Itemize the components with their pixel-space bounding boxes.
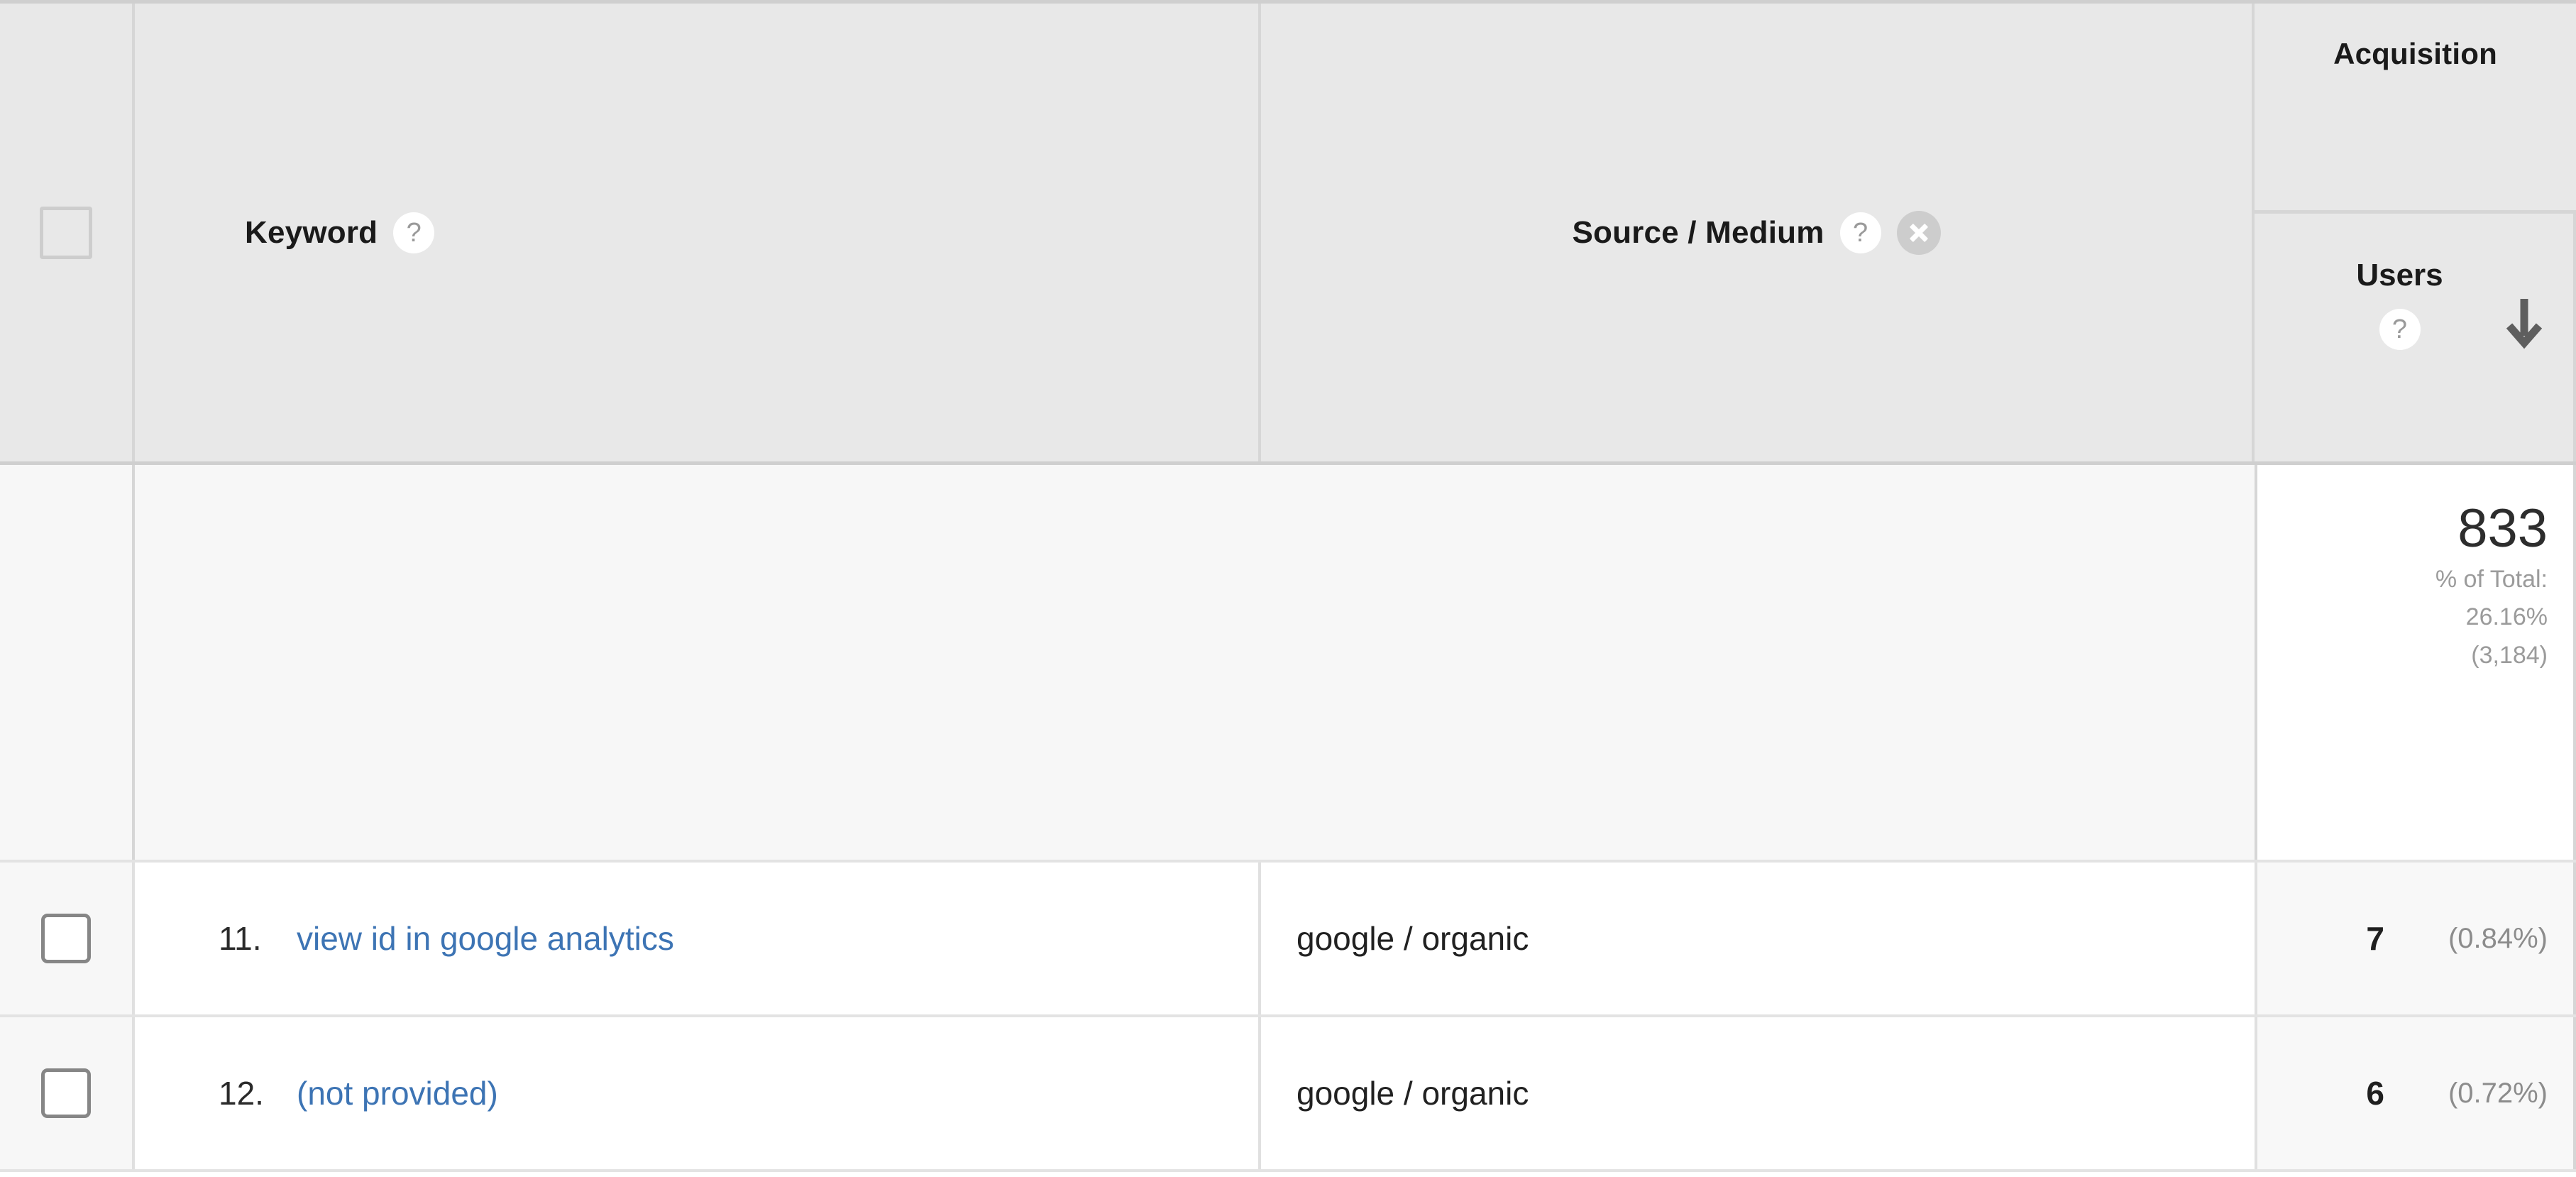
summary-users-total: 833 [2457,498,2548,559]
row-index: 12. [219,1075,264,1112]
header-cell-keyword[interactable]: Keyword ? [135,4,1261,461]
header-cell-source-medium[interactable]: Source / Medium ? [1261,4,2255,461]
row-cell-source-medium: google / organic [1261,863,2255,1014]
users-percentage: (0.84%) [2448,922,2548,954]
acquisition-group-header: Acquisition [2255,4,2576,214]
row-cell-keyword: 11. view id in google analytics [135,863,1261,1014]
help-icon[interactable]: ? [1839,212,1881,253]
table-header-row: Keyword ? Source / Medium ? Acquisition … [0,4,2576,465]
keyword-header-content: Keyword ? [245,212,435,253]
keyword-column-label: Keyword [245,214,378,250]
summary-cell-source-medium [1261,465,2255,860]
row-select-cell [0,863,135,1014]
header-cell-select-all [0,4,135,461]
users-value: 7 [2366,920,2384,957]
analytics-data-table: Keyword ? Source / Medium ? Acquisition … [0,0,2576,1177]
row-index: 11. [219,920,262,957]
source-medium-value: google / organic [1297,1075,1529,1112]
help-icon[interactable]: ? [393,212,435,253]
users-percentage: (0.72%) [2448,1077,2548,1109]
sort-descending-arrow-icon[interactable] [2505,299,2543,351]
table-summary-row: 833 % of Total: 26.16% (3,184) [0,465,2576,863]
source-medium-header-content: Source / Medium ? [1572,210,1941,255]
row-cell-source-medium: google / organic [1261,1017,2255,1169]
table-row[interactable]: 12. (not provided) google / organic 6 (0… [0,1017,2576,1172]
summary-cell-empty-checkbox [0,465,135,860]
remove-dimension-icon[interactable] [1896,210,1941,255]
row-cell-keyword: 12. (not provided) [135,1017,1261,1169]
acquisition-group-label: Acquisition [2333,36,2497,70]
help-icon[interactable]: ? [2379,309,2421,350]
row-select-cell [0,1017,135,1169]
header-cell-acquisition-users: Acquisition Users ? [2255,4,2576,461]
table-row[interactable]: 11. view id in google analytics google /… [0,863,2576,1017]
row-cell-users: 7 (0.84%) [2255,863,2576,1014]
summary-percent-of-total-value: 26.16% [2465,603,2548,631]
summary-grand-total: (3,184) [2471,641,2548,669]
keyword-link[interactable]: view id in google analytics [297,919,674,958]
source-medium-column-label: Source / Medium [1572,214,1824,250]
row-cell-users: 6 (0.72%) [2255,1017,2576,1169]
keyword-link[interactable]: (not provided) [297,1074,498,1112]
source-medium-value: google / organic [1297,920,1529,957]
row-checkbox[interactable] [41,1068,91,1118]
users-value: 6 [2366,1075,2384,1112]
summary-cell-keyword [135,465,1261,860]
users-column-label: Users [2356,258,2443,292]
summary-percent-of-total-label: % of Total: [2435,565,2548,593]
row-checkbox[interactable] [41,914,91,963]
users-metric-header[interactable]: Users ? [2255,214,2576,461]
summary-cell-users: 833 % of Total: 26.16% (3,184) [2255,465,2576,860]
select-all-checkbox[interactable] [40,206,92,259]
